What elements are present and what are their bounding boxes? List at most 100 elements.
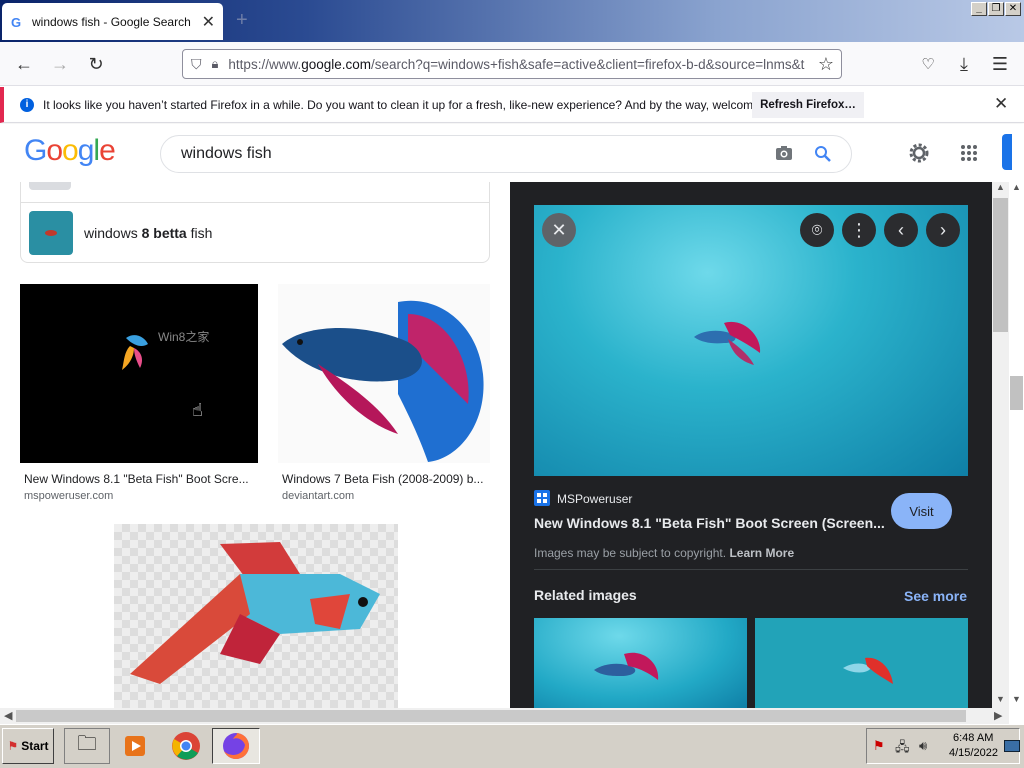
visit-button[interactable]: Visit	[891, 493, 952, 529]
logo-letter: o	[46, 134, 63, 167]
url-path: /search?q=windows+fish&safe=active&clien…	[371, 56, 805, 72]
result-image-1[interactable]: Win8之家 ☝	[20, 284, 258, 463]
start-label: Start	[21, 739, 49, 753]
sign-in-button[interactable]	[1002, 134, 1012, 170]
outer-scrollbar[interactable]: ▲ ▼	[1009, 182, 1024, 708]
outer-scroll-up-icon[interactable]: ▲	[1012, 182, 1021, 192]
refresh-firefox-button[interactable]: Refresh Firefox…	[752, 92, 864, 118]
windows-flag-icon: ⚑	[7, 739, 19, 753]
outer-scroll-down-icon[interactable]: ▼	[1012, 694, 1021, 704]
visual-search-icon[interactable]: ⌾	[800, 213, 834, 247]
tab-close-icon[interactable]: ✕	[202, 12, 215, 32]
mspoweruser-site-icon	[534, 490, 550, 506]
result-source-2[interactable]: deviantart.com	[282, 490, 354, 502]
browser-tab[interactable]: G windows fish - Google Search ✕	[2, 3, 223, 40]
new-tab-icon[interactable]: +	[236, 9, 248, 32]
menu-hamburger-icon[interactable]: ☰	[988, 42, 1012, 86]
divider	[534, 569, 968, 570]
scroll-thumb[interactable]	[993, 198, 1008, 332]
result-caption-1[interactable]: New Windows 8.1 "Beta Fish" Boot Scre...	[24, 472, 254, 486]
window-close-button[interactable]: ✕	[1005, 2, 1021, 16]
related-betta-fish-1	[594, 652, 659, 680]
notification-message: It looks like you haven’t started Firefo…	[43, 97, 792, 112]
google-logo[interactable]: Google	[24, 134, 116, 168]
camera-search-icon[interactable]	[775, 145, 793, 161]
media-player-icon[interactable]	[116, 728, 156, 764]
volume-icon[interactable]: 🔊︎	[919, 738, 927, 754]
scroll-down-icon[interactable]: ▼	[996, 694, 1005, 704]
suggestion-item[interactable]: windows 8 betta fish	[20, 202, 490, 263]
maximize-button[interactable]: ❐	[988, 2, 1004, 16]
logo-letter: G	[24, 134, 47, 167]
logo-letter: g	[77, 134, 95, 167]
result-image-3[interactable]	[20, 524, 490, 708]
copyright-notice: Images may be subject to copyright. Lear…	[534, 546, 795, 560]
result-caption-2[interactable]: Windows 7 Beta Fish (2008-2009) b...	[282, 472, 488, 486]
notification-close-icon[interactable]: ✕	[994, 94, 1008, 114]
network-icon[interactable]: 🖧	[895, 738, 910, 760]
clock-time[interactable]: 6:48 AM	[953, 732, 993, 744]
learn-more-link[interactable]: Learn More	[729, 546, 794, 560]
google-favicon-icon: G	[11, 15, 21, 29]
system-tray: ⚑ 🖧 🔊︎ 6:48 AM 4/15/2022	[866, 728, 1020, 764]
suggestion-item-partial[interactable]	[20, 182, 490, 204]
security-flag-icon[interactable]: ⚑	[873, 738, 885, 754]
suggestion-thumbnail	[29, 211, 73, 255]
firefox-taskbar-icon[interactable]	[212, 728, 260, 764]
start-button[interactable]: ⚑ Start	[2, 728, 54, 764]
lock-icon[interactable]: 🔒︎	[212, 56, 219, 72]
related-image-1[interactable]	[534, 618, 747, 708]
more-options-icon[interactable]: ⋮	[842, 213, 876, 247]
clock-date[interactable]: 4/15/2022	[949, 747, 998, 759]
close-preview-icon[interactable]: ✕	[542, 213, 576, 247]
suggestion-thumbnail	[29, 182, 71, 190]
logo-letter: o	[62, 134, 79, 167]
back-arrow-icon[interactable]: ←	[10, 42, 38, 86]
url-bar[interactable]: ⛉ 🔒︎ https://www. google.com/search?q=win…	[182, 49, 842, 79]
betta-fish-image	[282, 300, 484, 462]
refresh-notification-bar: i It looks like you haven’t started Fire…	[0, 87, 1024, 123]
settings-gear-icon[interactable]	[908, 142, 930, 164]
preview-title[interactable]: New Windows 8.1 "Beta Fish" Boot Screen …	[534, 515, 884, 531]
pocket-icon[interactable]: ♡	[916, 42, 940, 86]
result-source-1[interactable]: mspoweruser.com	[24, 490, 113, 502]
svg-text:G: G	[11, 15, 21, 29]
apps-grid-icon[interactable]	[960, 144, 978, 162]
minimize-button[interactable]: _	[971, 2, 987, 16]
shield-icon[interactable]: ⛉	[191, 56, 202, 73]
horizontal-scroll-thumb[interactable]	[16, 710, 966, 722]
horizontal-scrollbar[interactable]: ◀ ▶	[0, 708, 1009, 724]
scroll-up-icon[interactable]: ▲	[996, 182, 1005, 192]
outer-scroll-thumb[interactable]	[1010, 376, 1023, 410]
related-image-2[interactable]	[755, 618, 968, 708]
scroll-left-icon[interactable]: ◀	[4, 709, 12, 722]
result-image-2[interactable]	[278, 284, 490, 463]
bookmark-star-icon[interactable]: ☆	[815, 42, 837, 86]
info-icon: i	[20, 97, 34, 112]
geometric-fish-image	[130, 542, 380, 684]
vertical-scrollbar[interactable]: ▲ ▼	[992, 182, 1009, 708]
show-desktop-icon[interactable]	[1004, 740, 1020, 752]
scroll-right-icon[interactable]: ▶	[994, 709, 1002, 722]
downloads-icon[interactable]: ⤓	[952, 42, 976, 86]
tab-title: windows fish - Google Search	[32, 14, 191, 29]
mouse-pointer-icon: ☝	[192, 400, 203, 420]
search-query[interactable]: windows fish	[181, 145, 272, 163]
related-betta-fish-2	[843, 657, 893, 684]
search-box[interactable]: windows fish	[160, 135, 852, 173]
source-site-name[interactable]: MSPoweruser	[557, 492, 632, 506]
file-explorer-icon[interactable]: 🗀	[64, 728, 110, 764]
forward-arrow-icon[interactable]: →	[46, 42, 74, 86]
chrome-icon[interactable]	[166, 728, 206, 764]
previous-image-icon[interactable]: ‹	[884, 213, 918, 247]
next-image-icon[interactable]: ›	[926, 213, 960, 247]
watermark-text: Win8之家	[158, 330, 210, 344]
betta-fish-logo	[122, 335, 148, 370]
see-more-link[interactable]: See more	[904, 588, 967, 604]
image-preview-panel: ✕ ⌾ ⋮ ‹ › MSPoweruser New Windows 8.1 "B…	[510, 182, 992, 708]
related-images-heading: Related images	[534, 587, 637, 603]
logo-letter: e	[99, 134, 116, 167]
reload-icon[interactable]: ↻	[82, 42, 110, 86]
search-icon[interactable]	[814, 145, 832, 163]
url-domain: google.com	[301, 56, 371, 72]
